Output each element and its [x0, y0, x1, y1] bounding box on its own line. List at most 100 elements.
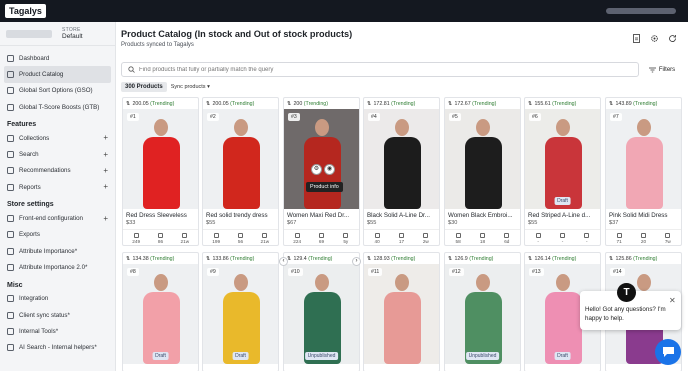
sort-icon: ⇅ [609, 100, 614, 107]
sidebar-item-internal-tools[interactable]: Internal Tools* [0, 323, 115, 339]
product-card[interactable]: ⇅ 200.05 (Trending) #1 Red Dress Sleeveless… [122, 97, 199, 246]
product-image[interactable]: #1 [123, 109, 198, 209]
sidebar-item-search[interactable]: Search + [0, 146, 115, 162]
pin-icon[interactable]: ⚙ [311, 164, 322, 175]
product-name[interactable]: Red Striped A-Line d... [525, 209, 600, 219]
sidebar-item-exports[interactable]: Exports [0, 227, 115, 243]
rank-badge: #9 [207, 268, 219, 276]
product-card[interactable]: ⇅ 134.38 (Trending) #8 Draft [122, 252, 199, 371]
sidebar-item-product-catalog[interactable]: Product Catalog [4, 66, 111, 83]
sync-products-label: Sync products [170, 83, 206, 90]
dashboard-icon [7, 54, 14, 62]
sidebar-item-global-t-score-boosts-gtb[interactable]: Global T-Score Boosts (GTB) [0, 99, 115, 115]
product-image[interactable]: #9 Draft [203, 264, 278, 364]
refresh-icon[interactable] [668, 34, 677, 43]
sidebar-item-collections[interactable]: Collections + [0, 130, 115, 146]
product-image[interactable]: #11 [364, 264, 439, 364]
product-name[interactable]: Red solid trendy dress [203, 209, 278, 219]
stat-value: - [586, 239, 588, 244]
export-icon[interactable] [632, 34, 641, 43]
status-badge: Draft [554, 197, 571, 205]
product-card[interactable]: ⇅ 129.4 (Trending) #10 Unpublished [283, 252, 360, 371]
sync-products-dropdown[interactable]: Sync products ▾ [171, 84, 210, 90]
sidebar-item-label: Collections [19, 134, 50, 142]
info-icon[interactable]: ◉ [324, 164, 335, 175]
product-image[interactable]: #4 [364, 109, 439, 209]
store-selector[interactable]: STORE Default [0, 22, 115, 46]
sidebar-item-front-end-configuration[interactable]: Front-end configuration + [0, 210, 115, 226]
chevron-left-icon[interactable]: ‹ [279, 257, 288, 266]
model-figure [465, 137, 502, 209]
product-image[interactable]: #5 [445, 109, 520, 209]
score-row: ⇅ 128.93 (Trending) [364, 253, 439, 264]
product-image[interactable]: #6 Draft [525, 109, 600, 209]
expand-plus-icon[interactable]: + [103, 150, 108, 159]
product-card[interactable]: ⇅ 143.89 (Trending) #7 Pink Solid Midi Dres… [605, 97, 682, 246]
product-image[interactable]: #10 Unpublished [284, 264, 359, 364]
search-input[interactable] [139, 66, 619, 73]
rank-badge: #7 [610, 113, 622, 121]
close-icon[interactable]: ✕ [669, 296, 676, 305]
product-price: $55 [528, 220, 538, 226]
product-name[interactable]: Women Black Embroi... [445, 209, 520, 219]
rank-badge: #3 [288, 113, 300, 121]
sidebar-item-recommendations[interactable]: Recommendations + [0, 163, 115, 179]
product-price: $55 [367, 220, 377, 226]
product-card[interactable]: ⇅ 172.81 (Trending) #4 Black Solid A-Line D… [363, 97, 440, 246]
product-image[interactable]: #8 Draft [123, 264, 198, 364]
chevron-right-icon[interactable]: › [352, 257, 361, 266]
tscore-value: 200.05 [212, 100, 229, 107]
tscore-value: 128.93 [373, 255, 390, 262]
product-card[interactable]: ⇅ 133.86 (Trending) #9 Draft [202, 252, 279, 371]
sidebar-item-integration[interactable]: Integration [0, 291, 115, 307]
trending-label: (Trending) [150, 255, 175, 262]
chat-launcher-button[interactable] [655, 339, 681, 365]
chat-message-text: Hello! Got any questions? I'm happy to h… [585, 306, 666, 322]
product-card[interactable]: ⇅ 172.67 (Trending) #5 Women Black Embroi..… [444, 97, 521, 246]
sidebar-item-dashboard[interactable]: Dashboard [0, 50, 115, 66]
cart-icon [213, 233, 219, 238]
sidebar-item-reports[interactable]: Reports + [0, 179, 115, 195]
model-head [637, 274, 651, 291]
product-name[interactable]: Black Solid A-Line Dr... [364, 209, 439, 219]
sidebar-item-ai-search-internal-helpers[interactable]: AI Search - Internal helpers* [0, 339, 115, 355]
product-card[interactable]: ⇅ 200 (Trending) #3 ⚙ ◉ Product info Women Max… [283, 97, 360, 246]
view-icon [640, 233, 646, 238]
stat-item: - [550, 233, 574, 244]
expand-plus-icon[interactable]: + [103, 166, 108, 175]
sidebar-item-attribute-importance[interactable]: Attribute Importance* [0, 243, 115, 259]
expand-plus-icon[interactable]: + [103, 134, 108, 142]
app-logo[interactable]: Tagalys [5, 4, 46, 18]
product-image[interactable]: #12 Unpublished [445, 264, 520, 364]
sidebar-item-attribute-importance-2-0[interactable]: Attribute Importance 2.0* [0, 259, 115, 275]
sidebar-item-global-sort-options-gso[interactable]: Global Sort Options (GSO) [0, 83, 115, 99]
product-card[interactable]: ⇅ 155.61 (Trending) #6 Draft Red Striped A-L… [524, 97, 601, 246]
product-image[interactable]: #7 [606, 109, 681, 209]
user-menu[interactable] [606, 8, 676, 14]
product-image[interactable]: #2 [203, 109, 278, 209]
cart-icon [374, 233, 380, 238]
store-value: Default [62, 33, 83, 40]
product-name[interactable]: Pink Solid Midi Dress [606, 209, 681, 219]
products-count-badge: 300 Products [121, 81, 167, 92]
product-stats: 40 17 2w [364, 229, 439, 245]
product-card[interactable]: ⇅ 200.05 (Trending) #2 Red solid trendy dre… [202, 97, 279, 246]
product-card[interactable]: ⇅ 126.9 (Trending) #12 Unpublished [444, 252, 521, 371]
product-image[interactable]: #3 ⚙ ◉ Product info [284, 109, 359, 209]
score-row: ⇅ 172.81 (Trending) [364, 98, 439, 109]
expand-plus-icon[interactable]: + [103, 183, 108, 191]
tscore-value: 172.81 [373, 100, 390, 107]
gear-icon[interactable] [650, 34, 659, 43]
model-head [476, 119, 490, 136]
sort-icon: ⇅ [528, 255, 533, 262]
filters-button[interactable]: Filters [644, 62, 680, 77]
sidebar-item-label: Integration [19, 295, 49, 303]
product-name[interactable]: Women Maxi Red Dr... [284, 209, 359, 219]
sidebar-item-client-sync-status[interactable]: Client sync status* [0, 307, 115, 323]
model-head [637, 119, 651, 136]
trending-label: (Trending) [303, 100, 329, 107]
product-name[interactable]: Red Dress Sleeveless [123, 209, 198, 219]
sort-icon: ⇅ [448, 255, 453, 262]
product-card[interactable]: ⇅ 128.93 (Trending) #11 [363, 252, 440, 371]
expand-plus-icon[interactable]: + [103, 214, 108, 223]
